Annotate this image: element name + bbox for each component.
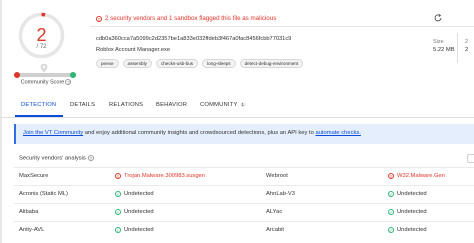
vendor-result-text: Undetected bbox=[124, 191, 154, 197]
date-label: 2 bbox=[465, 39, 469, 45]
tag-peexe[interactable]: peexe bbox=[96, 59, 119, 68]
vendor-row: MaxSecure ! Trojan.Malware.300983.susgen … bbox=[14, 167, 474, 184]
vendor-result: ✓ Undetected bbox=[388, 227, 427, 233]
exclamation-icon: ! bbox=[96, 15, 102, 22]
check-icon: ✓ bbox=[115, 227, 121, 233]
vendor-name: Webroot bbox=[266, 173, 288, 179]
size-value: 5.22 MB bbox=[433, 47, 455, 53]
malicious-icon: ! bbox=[115, 173, 121, 179]
tag-long-sleeps[interactable]: long-sleeps bbox=[202, 59, 236, 68]
community-banner: Join the VT Community and enjoy addition… bbox=[14, 124, 474, 144]
file-hash[interactable]: cdb0a360cca7a5099c2d2357be1a833e032ffdeb… bbox=[96, 36, 291, 42]
help-icon[interactable]: ? bbox=[87, 155, 94, 161]
vendor-row: Acronis (Static ML) ✓ Undetected AhnLab-V… bbox=[14, 185, 474, 202]
vendors-analysis-text: Security vendors' analysis bbox=[19, 155, 86, 162]
vendor-name: Arcabit bbox=[266, 227, 285, 233]
vendor-result-text: Undetected bbox=[397, 191, 427, 197]
vendor-result: ✓ Undetected bbox=[115, 227, 154, 233]
vendor-name: Antiy-AVL bbox=[19, 227, 45, 233]
active-tab-indicator bbox=[15, 115, 63, 117]
community-score-red-dot bbox=[14, 72, 20, 78]
ai-insight-toggle[interactable] bbox=[467, 154, 474, 163]
tab-relations[interactable]: RELATIONS bbox=[109, 102, 143, 108]
vendor-result: ! W32.Malware.Gen bbox=[388, 173, 445, 179]
vendor-result-text: Trojan.Malware.300983.susgen bbox=[124, 173, 205, 179]
tag-detect-debug-environment[interactable]: detect-debug-environment bbox=[239, 59, 304, 68]
detection-count: 2 bbox=[36, 25, 47, 45]
tab-behavior[interactable]: BEHAVIOR bbox=[156, 102, 187, 108]
vendor-name: MaxSecure bbox=[19, 173, 49, 179]
file-name: Roblox Account Manager.exe bbox=[96, 47, 170, 53]
vendor-name: AhnLab-V3 bbox=[266, 191, 296, 197]
check-icon: ✓ bbox=[388, 191, 394, 197]
tag-assembly[interactable]: assembly bbox=[122, 59, 152, 68]
vendor-result-text: Undetected bbox=[397, 209, 427, 215]
detection-total: / 72 bbox=[36, 44, 47, 50]
tab-details[interactable]: DETAILS bbox=[70, 102, 95, 108]
malicious-alert: ! 2 security vendors and 1 sandbox flagge… bbox=[96, 15, 276, 22]
vendor-name: ALYac bbox=[266, 209, 283, 215]
check-icon: ✓ bbox=[388, 227, 394, 233]
community-score-green-dot bbox=[70, 72, 76, 78]
check-icon: ✓ bbox=[388, 209, 394, 215]
community-score-bar bbox=[14, 73, 76, 77]
alert-text: 2 security vendors and 1 sandbox flagged… bbox=[105, 15, 277, 22]
vendor-result-text: Undetected bbox=[124, 209, 154, 215]
vendor-row: Antiy-AVL ✓ Undetected Arcabit ✓ Undetecte… bbox=[14, 221, 474, 238]
vendor-result-text: Undetected bbox=[124, 227, 154, 233]
meta-divider bbox=[457, 33, 458, 63]
community-count-badge: 1 bbox=[239, 102, 247, 107]
tab-community[interactable]: COMMUNITY 1 bbox=[200, 102, 247, 109]
vendor-result-text: Undetected bbox=[397, 227, 427, 233]
map-pin-icon bbox=[40, 63, 48, 73]
check-icon: ✓ bbox=[115, 191, 121, 197]
size-label: Size bbox=[433, 39, 444, 45]
automate-checks-link[interactable]: automate checks. bbox=[315, 130, 360, 136]
join-community-link[interactable]: Join the VT Community bbox=[23, 130, 83, 136]
vendor-result: ! Trojan.Malware.300983.susgen bbox=[115, 173, 205, 179]
tab-community-label: COMMUNITY bbox=[200, 102, 238, 109]
vendor-result: ✓ Undetected bbox=[388, 191, 427, 197]
date-value: 2 bbox=[465, 47, 469, 53]
help-icon[interactable]: ? bbox=[65, 79, 72, 85]
vendor-result: ✓ Undetected bbox=[115, 191, 154, 197]
vendor-name: Acronis (Static ML) bbox=[19, 191, 68, 197]
header-divider bbox=[90, 26, 474, 27]
community-score-label: Community Score? bbox=[16, 79, 76, 85]
banner-text: Join the VT Community and enjoy addition… bbox=[23, 130, 361, 136]
vendors-analysis-title: Security vendors' analysis? bbox=[19, 155, 94, 162]
vendor-result: ✓ Undetected bbox=[388, 209, 427, 215]
tag-checks-usb-bus[interactable]: checks-usb-bus bbox=[155, 59, 199, 68]
reanalyze-icon[interactable] bbox=[433, 13, 443, 23]
check-icon: ✓ bbox=[115, 209, 121, 215]
banner-middle-text: and enjoy additional community insights … bbox=[83, 130, 316, 136]
malicious-icon: ! bbox=[388, 173, 394, 179]
vendor-result: ✓ Undetected bbox=[115, 209, 154, 215]
community-score-text: Community Score bbox=[20, 79, 65, 86]
vendor-result-text: W32.Malware.Gen bbox=[397, 173, 446, 179]
vendor-row: Alibaba ✓ Undetected ALYac ✓ Undetected bbox=[14, 203, 474, 220]
page-left-edge bbox=[0, 0, 2, 243]
report-tabs: DETECTION DETAILS RELATIONS BEHAVIOR COM… bbox=[0, 99, 474, 118]
vendor-name: Alibaba bbox=[19, 209, 39, 215]
tab-detection[interactable]: DETECTION bbox=[21, 102, 56, 108]
file-tags: peexe assembly checks-usb-bus long-sleep… bbox=[96, 59, 304, 68]
